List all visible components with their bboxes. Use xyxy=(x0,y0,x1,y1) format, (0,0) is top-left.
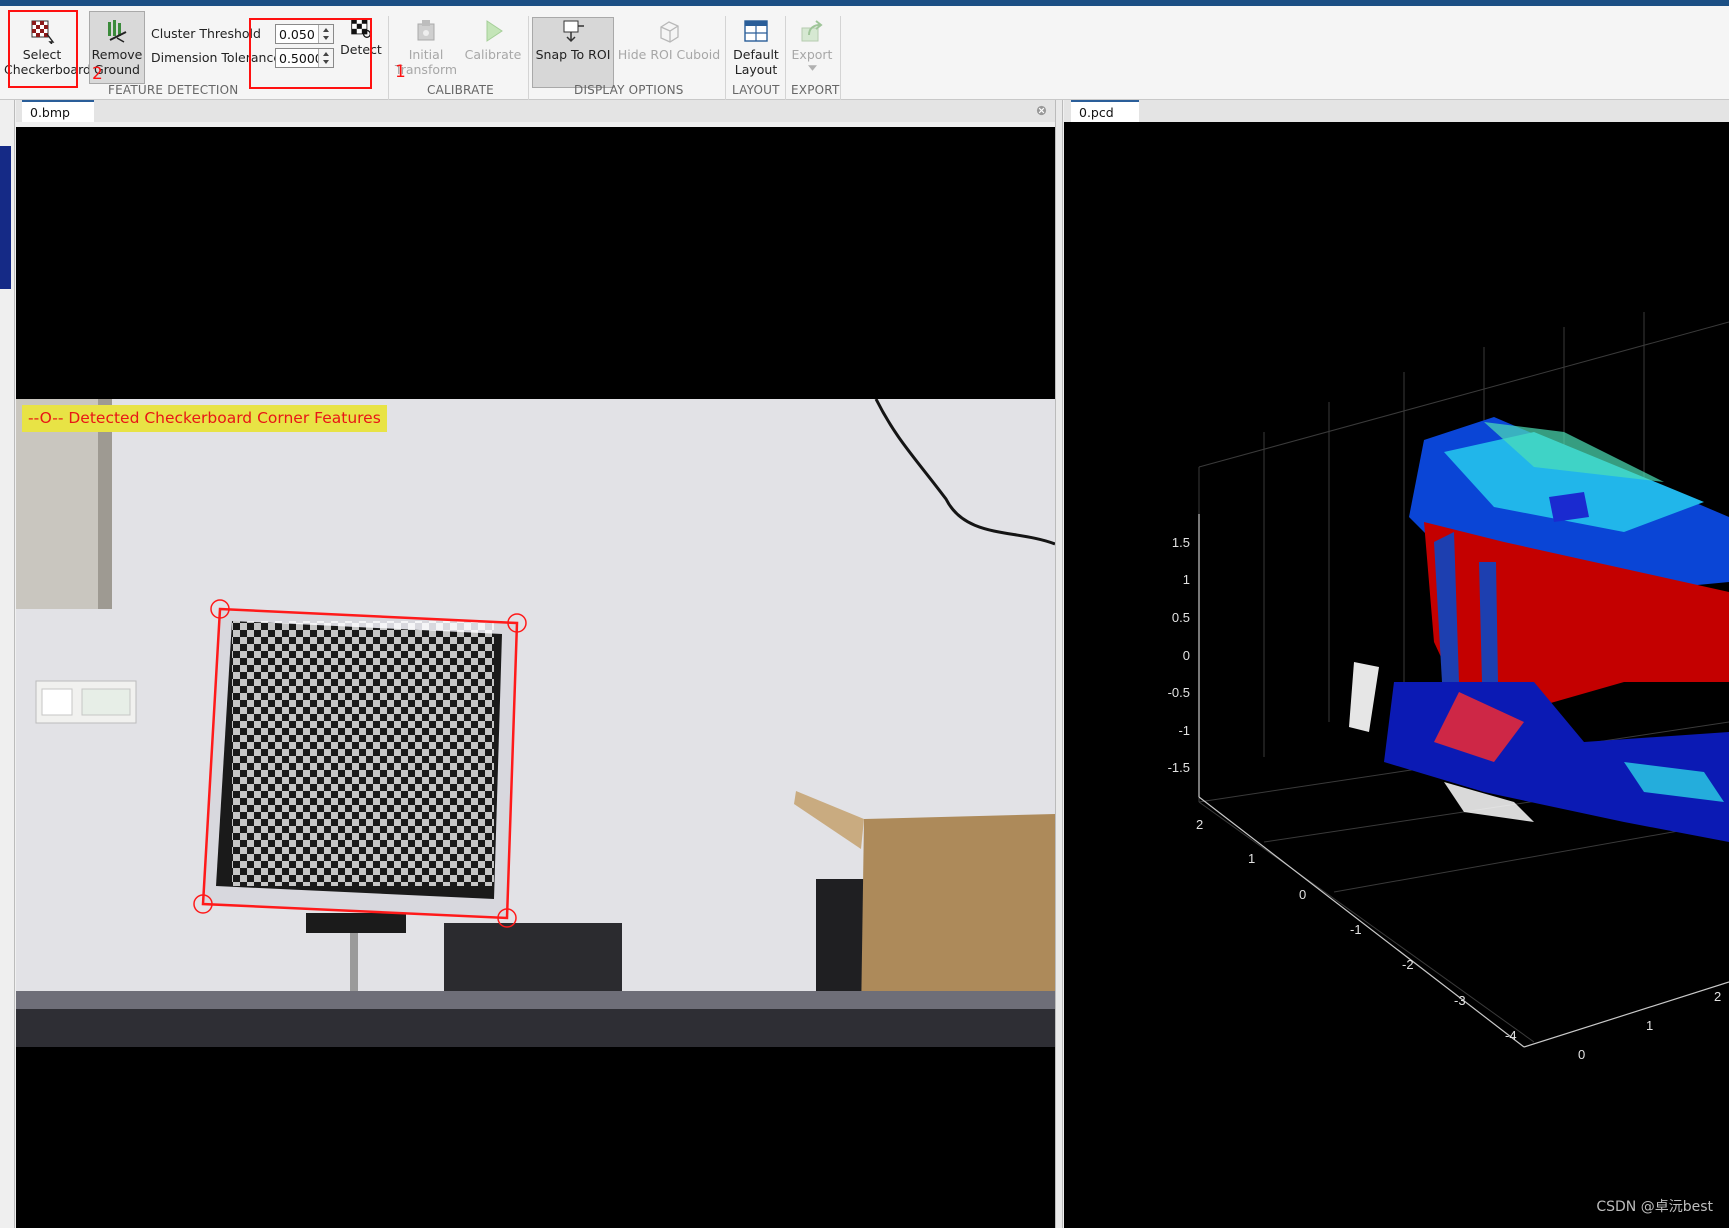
export-label: Export xyxy=(791,47,833,62)
watermark: CSDN @卓沅best xyxy=(1596,1199,1713,1215)
camera-image xyxy=(16,399,1055,1100)
x-tick: 2 xyxy=(1714,989,1721,1004)
pointcloud-tab-label: 0.pcd xyxy=(1079,105,1114,120)
highlight-box-detect xyxy=(249,18,372,89)
pointcloud-tabbar xyxy=(1064,100,1729,122)
z-tick: 0 xyxy=(1183,648,1190,663)
annotation-number-1: 1 xyxy=(395,62,406,82)
image-tabbar xyxy=(16,100,1055,122)
annotation-number-2: 2 xyxy=(92,64,103,84)
initial-transform-icon xyxy=(417,20,435,41)
z-tick: 0.5 xyxy=(1172,610,1190,625)
export-section-label: EXPORT xyxy=(791,83,840,97)
cuboid-icon xyxy=(660,21,679,43)
image-view[interactable]: --O-- Detected Checkerboard Corner Featu… xyxy=(16,127,1055,1228)
chevron-down-icon xyxy=(807,65,817,71)
hide-roi-cuboid-label: Hide ROI Cuboid xyxy=(617,47,721,62)
separator xyxy=(725,16,726,100)
side-panel-indicator xyxy=(0,146,11,289)
export-icon xyxy=(801,20,823,42)
snap-to-roi-button[interactable]: Snap To ROI xyxy=(532,18,614,62)
y-tick: -4 xyxy=(1505,1028,1517,1043)
y-tick: -2 xyxy=(1402,957,1414,972)
highlight-box-select-checkerboard xyxy=(8,10,78,88)
pane-divider[interactable] xyxy=(1055,100,1063,1228)
z-tick: -0.5 xyxy=(1168,685,1190,700)
close-icon[interactable] xyxy=(1036,105,1047,116)
calibrate-button[interactable]: Calibrate xyxy=(462,18,524,62)
layout-section-label: LAYOUT xyxy=(732,83,780,97)
default-layout-label: Default Layout xyxy=(733,47,779,77)
image-tab-label: 0.bmp xyxy=(30,105,70,120)
z-tick: 1.5 xyxy=(1172,535,1190,550)
feature-detection-section-label: FEATURE DETECTION xyxy=(108,83,239,97)
z-tick: -1.5 xyxy=(1168,760,1190,775)
pointcloud-plot: 1.5 1 0.5 0 -0.5 -1 -1.5 2 1 0 -1 -2 -3 … xyxy=(1168,312,1729,1062)
y-tick: 0 xyxy=(1299,887,1306,902)
x-tick: 0 xyxy=(1578,1047,1585,1062)
x-tick: 1 xyxy=(1646,1018,1653,1033)
default-layout-button[interactable]: Default Layout xyxy=(730,18,782,77)
separator xyxy=(840,16,841,100)
y-tick: -3 xyxy=(1454,993,1466,1008)
layout-icon xyxy=(744,20,768,42)
tab-pointcloud-0-pcd[interactable]: 0.pcd xyxy=(1071,100,1139,122)
z-tick: 1 xyxy=(1183,572,1190,587)
tab-image-0-bmp[interactable]: 0.bmp xyxy=(22,100,94,122)
hide-roi-cuboid-button[interactable]: Hide ROI Cuboid xyxy=(617,18,721,62)
pointcloud-view[interactable]: 1.5 1 0.5 0 -0.5 -1 -1.5 2 1 0 -1 -2 -3 … xyxy=(1064,122,1729,1228)
play-icon xyxy=(486,20,503,42)
z-tick: -1 xyxy=(1178,723,1190,738)
remove-ground-icon xyxy=(108,20,127,43)
export-button[interactable]: Export xyxy=(788,18,836,71)
y-tick: 2 xyxy=(1196,817,1203,832)
snap-to-roi-icon xyxy=(563,20,584,43)
left-panel-strip xyxy=(0,100,15,1228)
calibrate-section-label: CALIBRATE xyxy=(427,83,494,97)
separator xyxy=(388,16,389,100)
toolstrip: Select Checkerboard Remove Ground Cluste… xyxy=(0,6,1729,100)
y-tick: -1 xyxy=(1350,922,1362,937)
display-options-section-label: DISPLAY OPTIONS xyxy=(574,83,684,97)
y-tick: 1 xyxy=(1248,851,1255,866)
detected-corners-legend: --O-- Detected Checkerboard Corner Featu… xyxy=(22,405,387,432)
calibrate-label: Calibrate xyxy=(464,47,522,62)
cluster-threshold-label: Cluster Threshold xyxy=(151,26,261,41)
snap-to-roi-label: Snap To ROI xyxy=(535,47,611,62)
separator xyxy=(528,16,529,100)
separator xyxy=(785,16,786,100)
